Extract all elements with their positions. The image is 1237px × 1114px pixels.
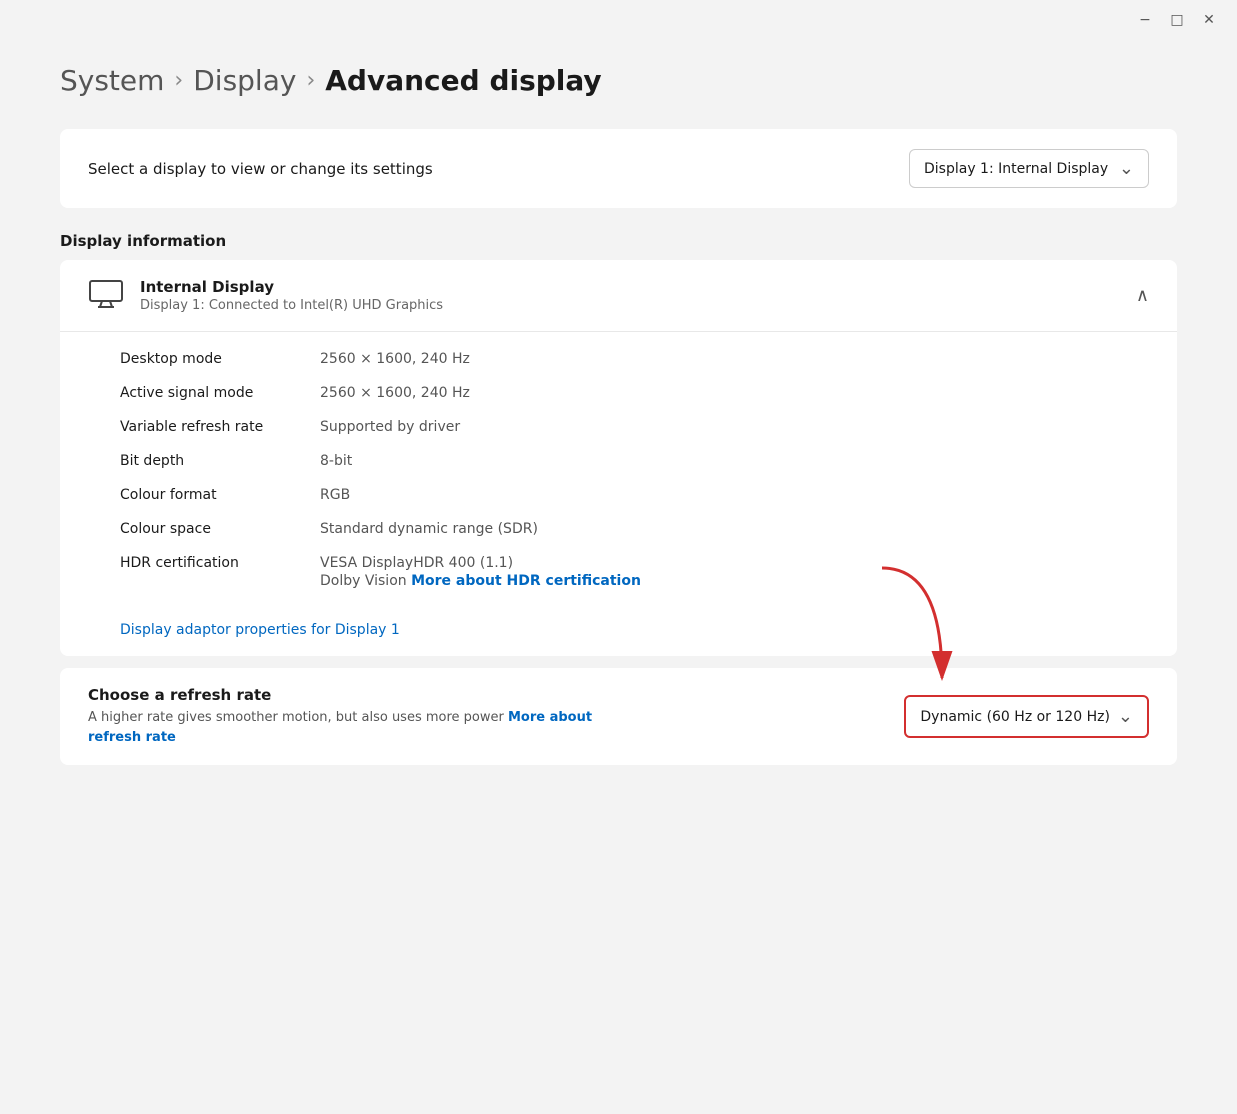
chevron-down-icon: ⌄ [1118,706,1133,727]
colour-format-label: Colour format [120,487,320,503]
refresh-rate-dropdown[interactable]: Dynamic (60 Hz or 120 Hz) ⌄ [904,695,1149,738]
table-row: HDR certification VESA DisplayHDR 400 (1… [120,546,1149,598]
breadcrumb-separator-2: › [306,68,315,93]
display-info-card: Internal Display Display 1: Connected to… [60,260,1177,656]
info-rows: Desktop mode 2560 × 1600, 240 Hz Active … [60,332,1177,608]
breadcrumb-separator-1: › [174,68,183,93]
adaptor-link[interactable]: Display adaptor properties for Display 1 [120,622,400,638]
select-display-label: Select a display to view or change its s… [88,160,433,178]
desktop-mode-label: Desktop mode [120,351,320,367]
refresh-rate-description: A higher rate gives smoother motion, but… [88,708,884,747]
hdr-cert-line1: VESA DisplayHDR 400 (1.1) [320,555,1149,571]
breadcrumb: System › Display › Advanced display [60,64,1177,97]
monitor-name: Internal Display [140,278,443,296]
more-about-link[interactable]: More about [508,710,592,725]
active-signal-label: Active signal mode [120,385,320,401]
display-information-heading: Display information [60,232,1177,250]
refresh-rate-section: Choose a refresh rate A higher rate give… [60,668,1177,765]
bit-depth-label: Bit depth [120,453,320,469]
chevron-up-icon: ∧ [1136,285,1149,306]
table-row: Colour space Standard dynamic range (SDR… [120,512,1149,546]
variable-refresh-value: Supported by driver [320,419,1149,435]
table-row: Active signal mode 2560 × 1600, 240 Hz [120,376,1149,410]
close-button[interactable]: ✕ [1197,8,1221,32]
page-title: Advanced display [325,64,601,97]
select-display-card: Select a display to view or change its s… [60,129,1177,208]
refresh-desc-text: A higher rate gives smoother motion, but… [88,710,504,725]
variable-refresh-label: Variable refresh rate [120,419,320,435]
hdr-cert-label: HDR certification [120,555,320,571]
monitor-header[interactable]: Internal Display Display 1: Connected to… [60,260,1177,332]
breadcrumb-display[interactable]: Display [193,64,296,97]
table-row: Variable refresh rate Supported by drive… [120,410,1149,444]
adaptor-link-container: Display adaptor properties for Display 1 [60,608,1177,656]
bit-depth-value: 8-bit [320,453,1149,469]
titlebar: − □ ✕ [0,0,1237,40]
table-row: Desktop mode 2560 × 1600, 240 Hz [120,342,1149,376]
table-row: Bit depth 8-bit [120,444,1149,478]
desktop-mode-value: 2560 × 1600, 240 Hz [320,351,1149,367]
monitor-header-left: Internal Display Display 1: Connected to… [88,278,443,313]
colour-space-label: Colour space [120,521,320,537]
monitor-icon [88,279,124,313]
active-signal-value: 2560 × 1600, 240 Hz [320,385,1149,401]
minimize-button[interactable]: − [1133,8,1157,32]
chevron-down-icon: ⌄ [1119,158,1134,179]
display-dropdown-value: Display 1: Internal Display [924,161,1108,177]
refresh-rate-link[interactable]: refresh rate [88,730,176,745]
refresh-rate-card: Choose a refresh rate A higher rate give… [60,668,1177,765]
refresh-rate-left: Choose a refresh rate A higher rate give… [88,686,884,747]
monitor-subtitle: Display 1: Connected to Intel(R) UHD Gra… [140,298,443,313]
refresh-rate-title: Choose a refresh rate [88,686,884,704]
select-display-row: Select a display to view or change its s… [88,149,1149,188]
hdr-more-link[interactable]: More about HDR certification [411,573,641,589]
colour-space-value: Standard dynamic range (SDR) [320,521,1149,537]
colour-format-value: RGB [320,487,1149,503]
hdr-cert-value: VESA DisplayHDR 400 (1.1) Dolby Vision M… [320,555,1149,589]
display-dropdown[interactable]: Display 1: Internal Display ⌄ [909,149,1149,188]
breadcrumb-system[interactable]: System [60,64,164,97]
refresh-rate-value: Dynamic (60 Hz or 120 Hz) [920,709,1110,725]
monitor-info: Internal Display Display 1: Connected to… [140,278,443,313]
table-row: Colour format RGB [120,478,1149,512]
hdr-cert-line2: Dolby Vision More about HDR certificatio… [320,573,1149,589]
main-content: System › Display › Advanced display Sele… [0,40,1237,805]
restore-button[interactable]: □ [1165,8,1189,32]
